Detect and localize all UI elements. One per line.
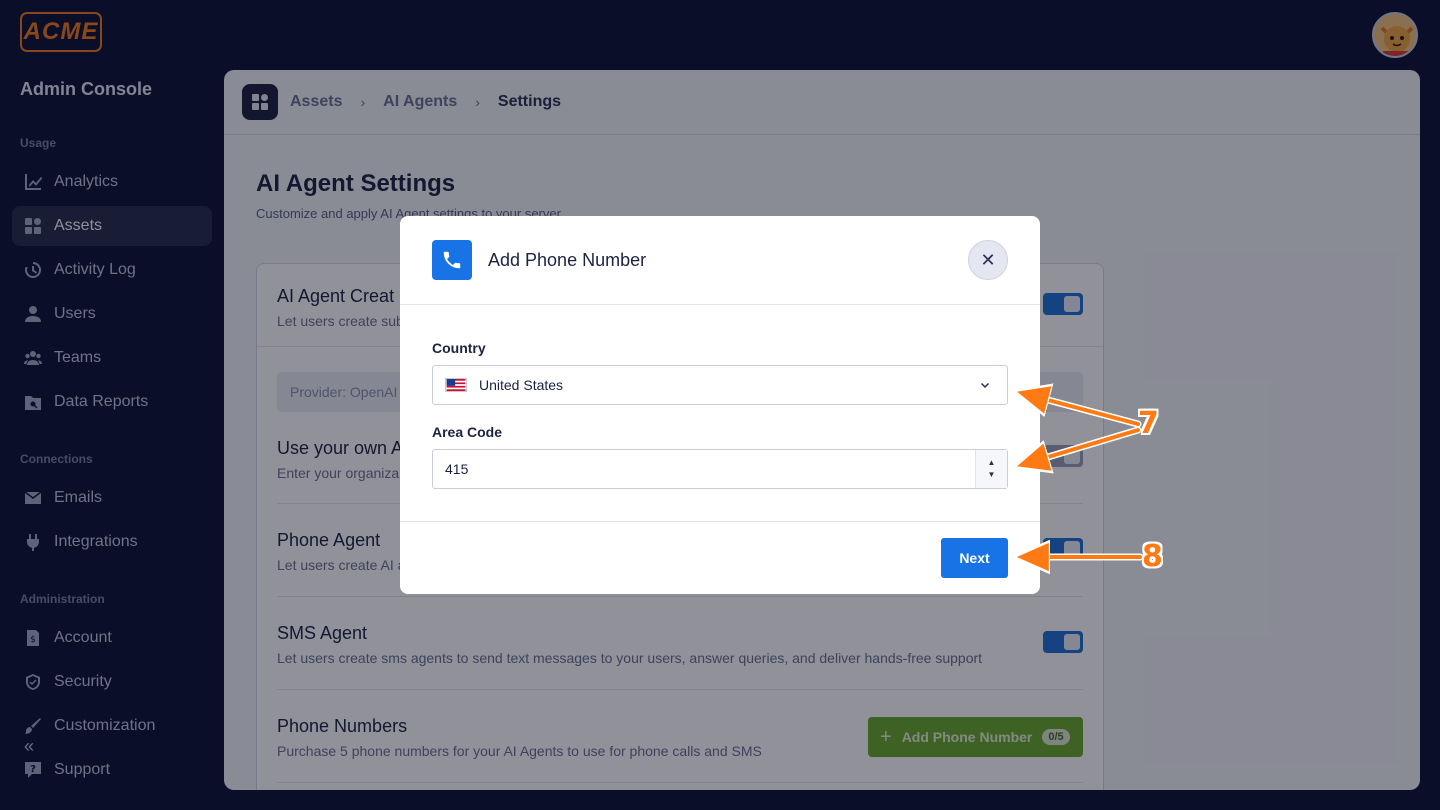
next-button[interactable]: Next bbox=[941, 538, 1008, 578]
country-value: United States bbox=[479, 377, 564, 393]
close-icon: ✕ bbox=[980, 249, 996, 270]
dialog-footer-divider bbox=[400, 521, 1040, 522]
area-code-value: 415 bbox=[445, 461, 469, 477]
stepper-down-icon[interactable]: ▼ bbox=[988, 469, 996, 481]
area-code-label: Area Code bbox=[432, 424, 503, 440]
close-button[interactable]: ✕ bbox=[968, 240, 1008, 280]
stepper-up-icon[interactable]: ▲ bbox=[988, 457, 996, 469]
area-code-stepper[interactable]: ▲ ▼ bbox=[975, 450, 1007, 488]
add-phone-number-dialog: Add Phone Number ✕ Country United States… bbox=[400, 216, 1040, 594]
annotation-step-8: 8 bbox=[1142, 539, 1163, 574]
area-code-input[interactable]: 415 ▲ ▼ bbox=[432, 449, 1008, 489]
annotation-step-7: 7 bbox=[1138, 406, 1159, 441]
dialog-header: Add Phone Number ✕ bbox=[400, 216, 1040, 305]
chevron-down-icon bbox=[979, 378, 991, 394]
us-flag-icon bbox=[445, 378, 467, 392]
country-label: Country bbox=[432, 340, 486, 356]
country-select[interactable]: United States bbox=[432, 365, 1008, 405]
dialog-title: Add Phone Number bbox=[488, 250, 647, 270]
phone-icon bbox=[432, 240, 472, 280]
